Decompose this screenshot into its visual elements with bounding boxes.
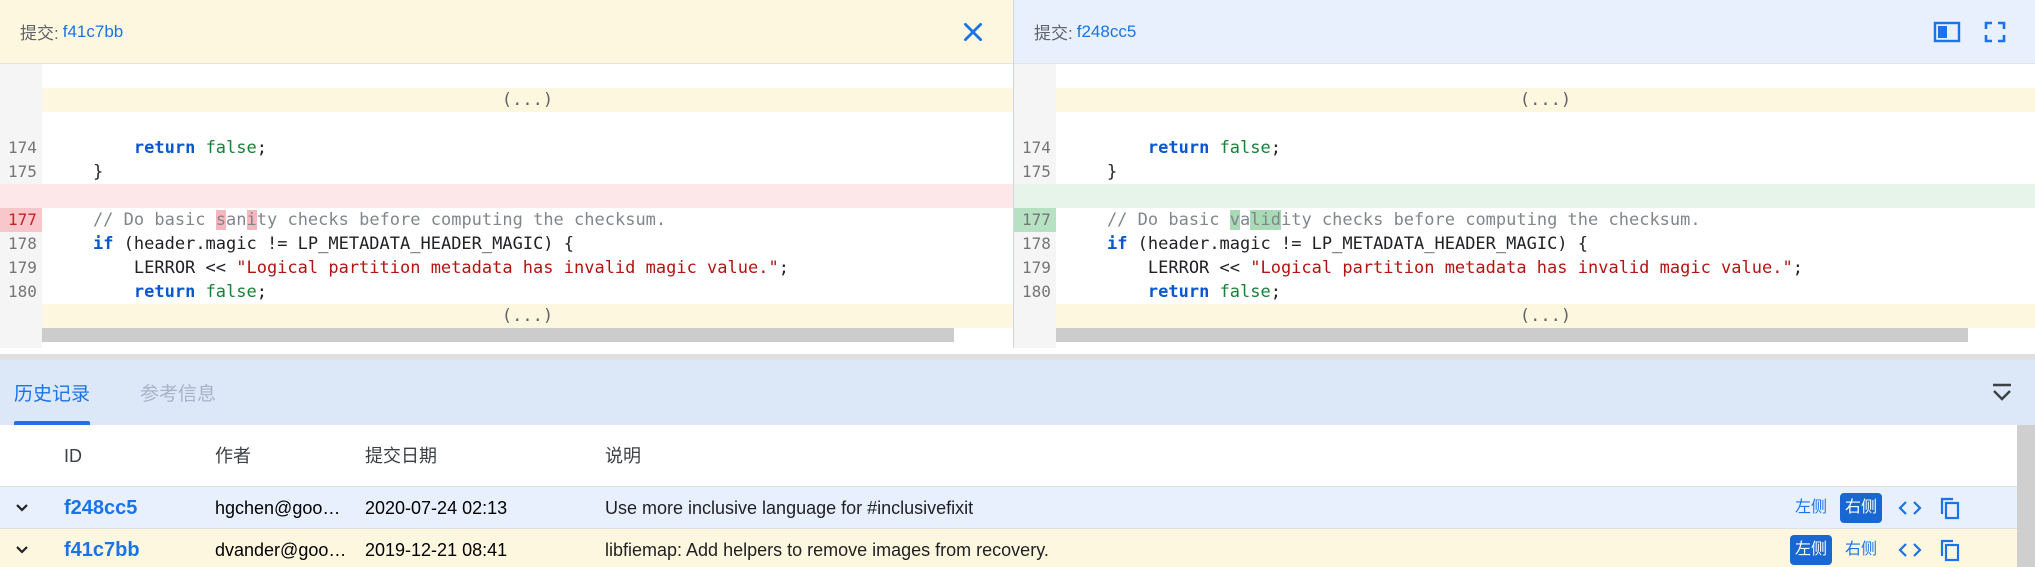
right-code-line: 180 return false; [1014,256,2035,302]
set-right-button[interactable]: 右侧 [1840,493,1883,523]
left-pane: 提交: f41c7bb (...) 174 return false; 175 … [0,0,1014,348]
left-code-view[interactable]: (...) 174 return false; 175 } 176 177 //… [0,64,1013,348]
set-left-button[interactable]: 左侧 [1790,535,1833,565]
column-header-date: 提交日期 [365,446,437,466]
left-code-line: 179 LERROR << "Logical partition metadat… [0,232,1013,278]
left-deleted-line: 177 // Do basic sanity checks before com… [0,184,1013,232]
right-code-line: 179 LERROR << "Logical partition metadat… [1014,232,2035,278]
left-code-line: 175 } [0,136,1013,182]
close-icon[interactable] [953,12,993,52]
right-skip-line[interactable]: (...) [1014,64,2035,112]
commit-author: hgchen@goo… [215,498,341,518]
collapse-panel-icon[interactable] [1985,376,2019,410]
fullscreen-icon[interactable] [1975,12,2015,52]
column-header-id: ID [64,446,82,466]
right-code-line: 175 } [1014,136,2035,182]
copy-icon[interactable] [1936,494,1964,522]
column-header-message: 说明 [605,446,641,466]
right-code-line: 174 return false; [1014,112,2035,158]
vertical-scrollbar[interactable] [2017,425,2035,567]
set-left-button[interactable]: 左侧 [1790,493,1832,523]
right-added-line: 177 // Do basic validity checks before c… [1014,184,2035,232]
diff-viewer: 提交: f41c7bb (...) 174 return false; 175 … [0,0,2035,567]
right-commit-label: 提交: [1034,24,1073,43]
tab-references[interactable]: 参考信息 [126,360,230,425]
commit-message: Use more inclusive language for #inclusi… [605,498,974,518]
left-code-line: 180 return false; [0,256,1013,302]
commit-date: 2020-07-24 02:13 [365,498,508,518]
commit-date: 2019-12-21 08:41 [365,540,508,560]
copy-icon[interactable] [1936,536,1964,564]
commit-message: libfiemap: Add helpers to remove images … [605,540,1049,560]
history-panel: 历史记录 参考信息 ID 作者 提交日期 说明 f248cc5 hgchen@g… [0,354,2035,567]
right-pane: 提交: f248cc5 (...) 174 return false; 175 … [1014,0,2035,348]
left-horizontal-scrollbar[interactable] [42,328,954,342]
view-code-icon[interactable] [1896,494,1924,522]
skip-marker[interactable]: (...) [42,88,1013,112]
history-table: ID 作者 提交日期 说明 f248cc5 hgchen@goo… 2020-0… [0,425,2035,567]
right-code-view[interactable]: (...) 174 return false; 175 } 176 177 //… [1014,64,2035,348]
right-pane-header: 提交: f248cc5 [1014,0,2035,64]
column-header-author: 作者 [215,446,251,466]
commit-id-link[interactable]: f248cc5 [64,487,137,529]
skip-marker[interactable]: (...) [1056,88,2035,112]
left-commit-label: 提交: [20,24,59,43]
left-code-line: 174 return false; [0,112,1013,158]
side-by-side-layout-icon[interactable] [1927,12,1967,52]
right-code-line: 178 if (header.magic != LP_METADATA_HEAD… [1014,208,2035,254]
right-commit-hash[interactable]: f248cc5 [1077,22,1137,42]
tab-history[interactable]: 历史记录 [0,360,104,425]
chevron-down-icon[interactable] [10,496,34,520]
chevron-down-icon[interactable] [10,538,34,562]
right-code-line: 176 [1014,160,2035,205]
left-skip-line[interactable]: (...) [0,280,1013,328]
table-row[interactable]: f248cc5 hgchen@goo… 2020-07-24 02:13 Use… [0,487,2035,529]
set-right-button[interactable]: 右侧 [1840,535,1882,565]
left-commit-hash[interactable]: f41c7bb [63,22,124,42]
view-code-icon[interactable] [1896,536,1924,564]
table-row[interactable]: f41c7bb dvander@goo… 2019-12-21 08:41 li… [0,529,2035,567]
skip-marker[interactable]: (...) [42,304,1013,328]
left-code-line: 176 [0,160,1013,205]
left-pane-header: 提交: f41c7bb [0,0,1013,64]
commit-author: dvander@goo… [215,540,347,560]
right-skip-line[interactable]: (...) [1014,280,2035,328]
diff-area: 提交: f41c7bb (...) 174 return false; 175 … [0,0,2035,348]
right-horizontal-scrollbar[interactable] [1056,328,1968,342]
tabs-bar: 历史记录 参考信息 [0,360,2035,425]
commit-id-link[interactable]: f41c7bb [64,529,140,567]
left-code-line: 178 if (header.magic != LP_METADATA_HEAD… [0,208,1013,254]
left-skip-line[interactable]: (...) [0,64,1013,112]
skip-marker[interactable]: (...) [1056,304,2035,328]
table-header: ID 作者 提交日期 说明 [0,425,2035,487]
